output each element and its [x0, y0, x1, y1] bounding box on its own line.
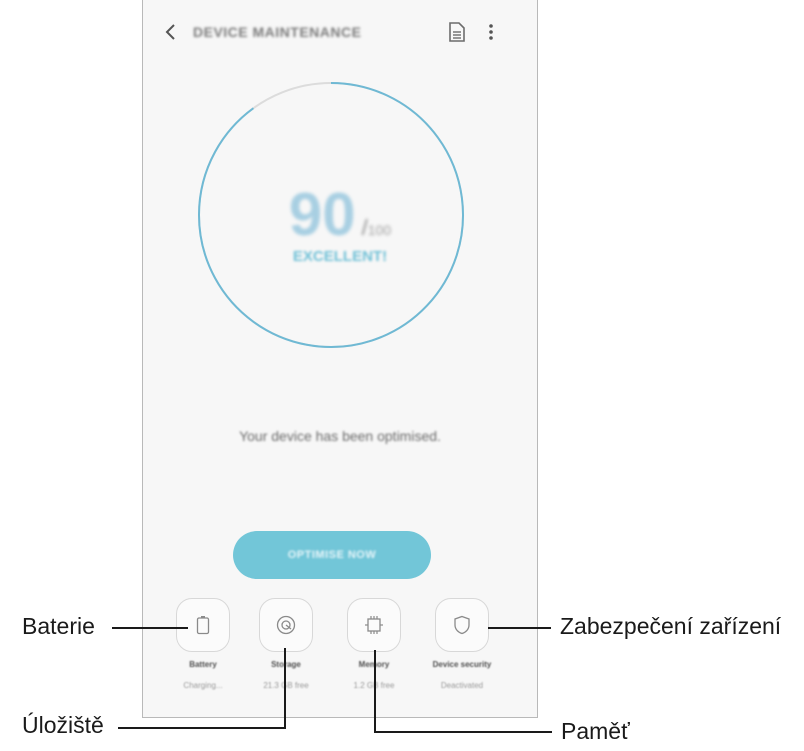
- storage-icon: [276, 615, 296, 635]
- page-title: DEVICE MAINTENANCE: [193, 24, 362, 40]
- document-icon: [449, 22, 465, 42]
- optimised-message: Your device has been optimised.: [239, 428, 441, 444]
- callout-memory: Paměť: [561, 718, 630, 744]
- phone-screen: DEVICE MAINTENANCE 90 / 100 EXCELLENT! Y…: [142, 0, 538, 718]
- score-status: EXCELLENT!: [292, 248, 388, 265]
- score-display: 90 / 100: [143, 180, 537, 249]
- callout-storage: Úložiště: [22, 712, 104, 738]
- category-storage[interactable]: Storage 21.3 GB free: [246, 598, 326, 690]
- report-button[interactable]: [443, 18, 471, 46]
- score-max: 100: [367, 222, 392, 238]
- more-vertical-icon: [489, 24, 493, 40]
- callout-battery: Baterie: [22, 613, 95, 639]
- callout-memory-line-vertical: [374, 650, 376, 733]
- security-icon-box[interactable]: [435, 598, 489, 652]
- back-button[interactable]: [157, 18, 185, 46]
- category-battery-label: Battery: [189, 660, 217, 669]
- app-bar: DEVICE MAINTENANCE: [143, 0, 537, 64]
- chevron-left-icon: [165, 24, 175, 40]
- category-storage-label: Storage: [246, 660, 326, 669]
- callout-battery-line: [112, 627, 188, 629]
- category-security-label: Device security: [432, 660, 492, 669]
- category-battery[interactable]: Battery Charging...: [163, 598, 243, 690]
- category-storage-status: 21.3 GB free: [263, 681, 309, 690]
- more-options-button[interactable]: [479, 18, 503, 46]
- category-device-security[interactable]: Device security Deactivated: [422, 598, 502, 690]
- battery-icon-box[interactable]: [176, 598, 230, 652]
- callout-storage-line-vertical: [284, 648, 286, 729]
- memory-chip-icon: [365, 616, 383, 634]
- callout-device-security: Zabezpečení zařízení: [560, 613, 782, 639]
- optimise-now-button[interactable]: OPTIMISE NOW: [233, 531, 431, 579]
- category-security-status: Deactivated: [440, 681, 484, 690]
- optimise-now-label: OPTIMISE NOW: [287, 549, 377, 561]
- callout-storage-line: [118, 727, 286, 729]
- callout-memory-line: [374, 731, 552, 733]
- shield-icon: [454, 615, 470, 635]
- category-battery-status: Charging...: [183, 681, 223, 690]
- memory-icon-box[interactable]: [347, 598, 401, 652]
- storage-icon-box[interactable]: [259, 598, 313, 652]
- callout-security-line: [488, 627, 551, 629]
- battery-icon: [196, 616, 210, 635]
- score-value: 90: [288, 181, 356, 248]
